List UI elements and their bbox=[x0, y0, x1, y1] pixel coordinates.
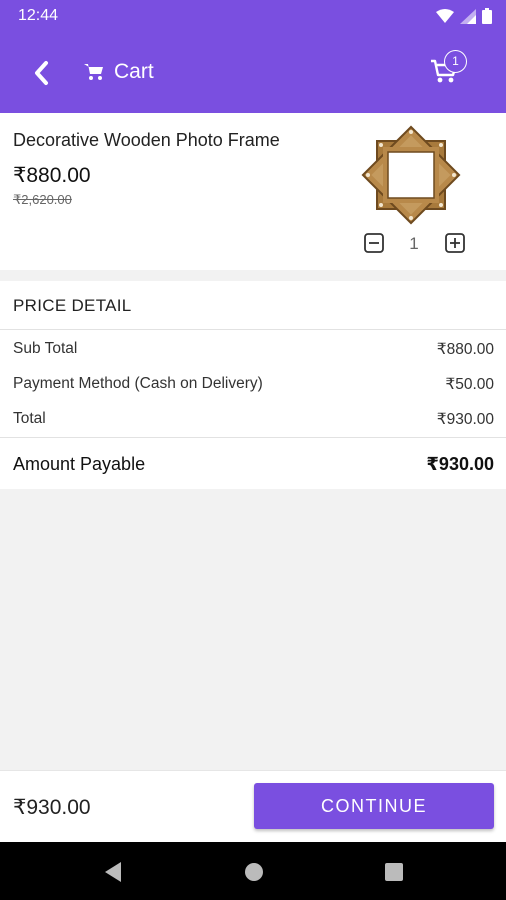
price-row-value: ₹880.00 bbox=[436, 341, 494, 358]
minus-icon[interactable] bbox=[363, 232, 385, 254]
price-row-value: ₹50.00 bbox=[445, 376, 494, 393]
cart-item: Decorative Wooden Photo Frame ₹880.00 ₹2… bbox=[0, 113, 506, 270]
footer-total: ₹930.00 bbox=[13, 796, 91, 819]
product-image[interactable] bbox=[360, 125, 462, 225]
plus-icon[interactable] bbox=[444, 232, 466, 254]
price-row-value: ₹930.00 bbox=[436, 411, 494, 428]
system-nav-bar bbox=[0, 842, 506, 900]
divider bbox=[0, 437, 506, 438]
price-detail-title: PRICE DETAIL bbox=[13, 296, 132, 315]
continue-button[interactable]: CONTINUE bbox=[254, 783, 494, 829]
page-title: Cart bbox=[114, 60, 154, 83]
battery-icon bbox=[482, 8, 492, 24]
wifi-icon bbox=[436, 8, 454, 23]
cart-button[interactable]: 1 bbox=[428, 49, 472, 93]
back-button[interactable] bbox=[24, 53, 58, 93]
title-area: Cart bbox=[84, 60, 154, 84]
signal-icon bbox=[460, 8, 476, 24]
app-bar: Cart 1 bbox=[0, 33, 506, 113]
nav-recents-button[interactable] bbox=[381, 859, 407, 885]
price-row-label: Payment Method (Cash on Delivery) bbox=[13, 375, 263, 392]
cart-count-badge: 1 bbox=[444, 50, 467, 73]
cart-icon bbox=[84, 64, 103, 80]
divider bbox=[0, 329, 506, 330]
back-triangle-icon bbox=[105, 862, 121, 882]
nav-back-button[interactable] bbox=[100, 859, 126, 885]
price-detail-card: PRICE DETAIL Sub Total ₹880.00 Payment M… bbox=[0, 281, 506, 489]
status-time: 12:44 bbox=[18, 7, 59, 24]
price-row-label: Sub Total bbox=[13, 340, 78, 357]
price-row-label: Total bbox=[13, 410, 46, 427]
product-name[interactable]: Decorative Wooden Photo Frame bbox=[13, 130, 280, 151]
nav-home-button[interactable] bbox=[241, 859, 267, 885]
amount-payable-value: ₹930.00 bbox=[426, 454, 494, 474]
recents-square-icon bbox=[385, 863, 403, 881]
product-original-price: ₹2,620.00 bbox=[13, 192, 72, 207]
product-price: ₹880.00 bbox=[13, 164, 91, 187]
status-icons bbox=[436, 8, 492, 24]
status-bar: 12:44 bbox=[0, 0, 506, 33]
quantity-stepper: 1 bbox=[363, 232, 467, 254]
checkout-footer: ₹930.00 CONTINUE bbox=[0, 770, 506, 842]
quantity-value: 1 bbox=[409, 234, 419, 253]
amount-payable-label: Amount Payable bbox=[13, 454, 146, 474]
home-circle-icon bbox=[245, 863, 263, 881]
back-arrow-icon bbox=[35, 61, 48, 85]
